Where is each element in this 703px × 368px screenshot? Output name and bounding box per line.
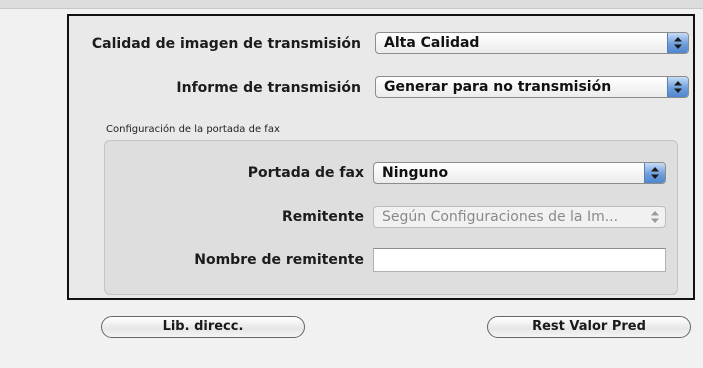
- fax-settings-panel: Calidad de imagen de transmisión Alta Ca…: [67, 14, 695, 300]
- sender-value: Según Configuraciones de la Im...: [382, 209, 619, 225]
- popup-arrows-icon: [645, 207, 665, 227]
- address-book-button[interactable]: Lib. direcc.: [101, 316, 305, 338]
- cover-sheet-value: Ninguno: [382, 165, 449, 181]
- transmission-report-label: Informe de transmisión: [176, 80, 361, 96]
- cover-sheet-group: Portada de fax Ninguno Remitente Según C…: [104, 140, 678, 295]
- image-quality-value: Alta Calidad: [384, 35, 480, 51]
- transmission-report-popup[interactable]: Generar para no transmisión: [375, 76, 689, 98]
- popup-arrows-icon: [667, 77, 688, 97]
- window-top-edge: [0, 0, 703, 9]
- sender-popup: Según Configuraciones de la Im...: [373, 206, 666, 228]
- cover-sheet-group-caption: Configuración de la portada de fax: [106, 124, 280, 135]
- sender-label: Remitente: [281, 209, 364, 225]
- cover-sheet-label: Portada de fax: [247, 165, 364, 181]
- image-quality-label: Calidad de imagen de transmisión: [91, 36, 361, 52]
- sender-name-label: Nombre de remitente: [194, 252, 364, 268]
- restore-defaults-button[interactable]: Rest Valor Pred: [487, 316, 691, 338]
- popup-arrows-icon: [644, 163, 665, 183]
- sender-name-field[interactable]: [373, 248, 666, 272]
- image-quality-popup[interactable]: Alta Calidad: [375, 32, 689, 54]
- popup-arrows-icon: [667, 33, 688, 53]
- cover-sheet-popup[interactable]: Ninguno: [373, 162, 666, 184]
- transmission-report-value: Generar para no transmisión: [384, 79, 612, 95]
